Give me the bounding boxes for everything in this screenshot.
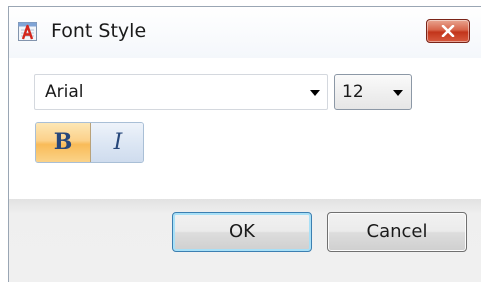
font-style-dialog: Font Style Arial 12 B I OK Cancel	[8, 6, 481, 282]
bold-toggle-button[interactable]: B	[36, 123, 91, 162]
chevron-down-icon[interactable]	[310, 90, 320, 96]
ok-button[interactable]: OK	[172, 212, 312, 252]
title-bar[interactable]: Font Style	[9, 7, 481, 58]
font-size-value: 12	[342, 82, 364, 102]
dialog-content: Arial 12 B I	[9, 58, 481, 199]
close-button[interactable]	[426, 19, 470, 43]
font-family-value: Arial	[45, 82, 84, 102]
font-style-toggle-group: B I	[35, 122, 144, 163]
font-style-app-icon	[18, 22, 37, 41]
window-title: Font Style	[51, 20, 147, 42]
font-size-dropdown[interactable]: 12	[334, 74, 412, 110]
dialog-button-bar: OK Cancel	[9, 199, 481, 282]
italic-toggle-button[interactable]: I	[91, 123, 143, 162]
cancel-button[interactable]: Cancel	[327, 212, 467, 252]
chevron-down-icon[interactable]	[393, 90, 403, 96]
close-icon	[441, 25, 455, 37]
font-family-combobox[interactable]: Arial	[34, 74, 328, 110]
